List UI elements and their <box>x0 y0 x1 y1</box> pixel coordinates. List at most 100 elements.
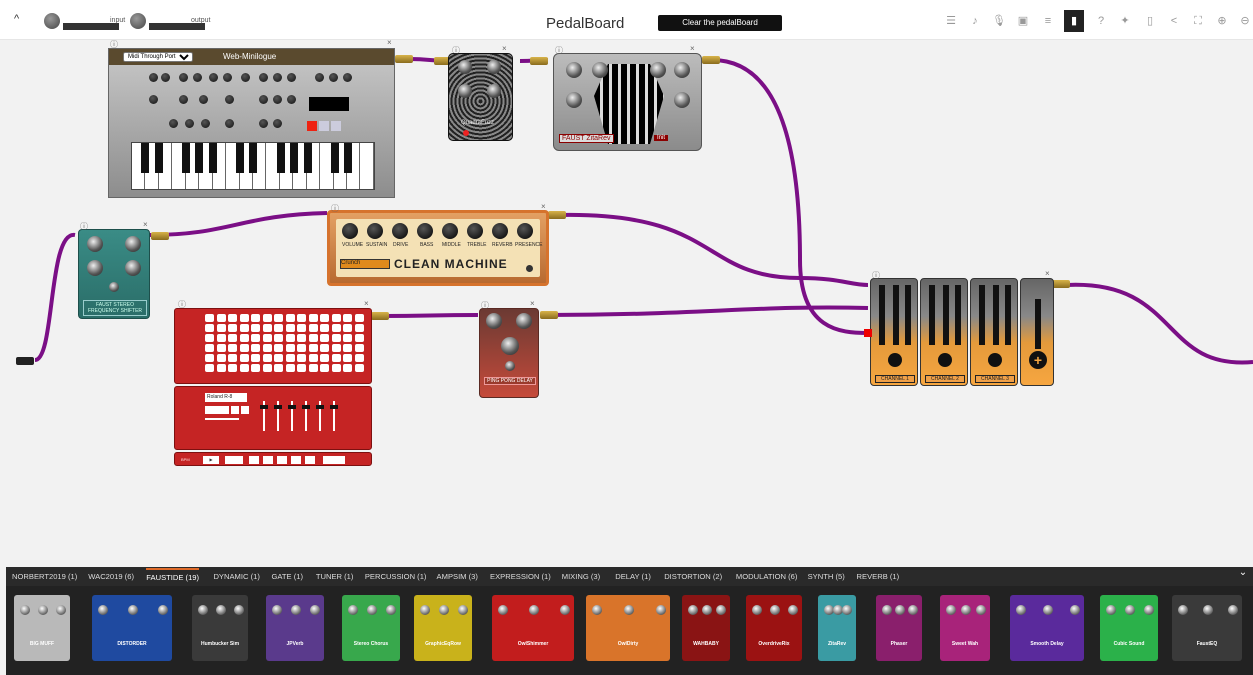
step-pad[interactable] <box>274 354 283 362</box>
share-icon[interactable]: < <box>1167 14 1181 28</box>
info-icon[interactable]: ⓘ <box>555 45 563 56</box>
step-pad[interactable] <box>285 314 295 322</box>
volume-knob[interactable] <box>342 223 358 239</box>
synth-knob[interactable] <box>259 73 268 82</box>
step-pad[interactable] <box>331 354 341 362</box>
info-icon[interactable]: ⓘ <box>178 299 186 310</box>
knob[interactable] <box>87 236 103 252</box>
close-icon[interactable]: × <box>530 299 535 308</box>
step-pad[interactable] <box>262 344 272 352</box>
step-pad[interactable] <box>205 334 214 342</box>
plugin-thumbnail[interactable]: Sweet Wah <box>940 595 990 661</box>
input-level-meter[interactable] <box>63 23 119 30</box>
step-pad[interactable] <box>331 344 341 352</box>
synth-knob[interactable] <box>199 95 208 104</box>
step-pad[interactable] <box>228 344 237 352</box>
pattern-5-button[interactable] <box>305 456 315 464</box>
step-pad[interactable] <box>228 314 237 322</box>
step-pad[interactable] <box>239 314 249 322</box>
synth-knob[interactable] <box>241 73 250 82</box>
step-pad[interactable] <box>308 354 318 362</box>
category-tab[interactable]: MODULATION (6) <box>736 572 797 581</box>
fullscreen-icon[interactable]: ⛶ <box>1191 14 1205 28</box>
category-tab[interactable]: MIXING (3) <box>562 572 600 581</box>
step-pad[interactable] <box>274 324 283 332</box>
step-pad[interactable] <box>308 314 318 322</box>
close-icon[interactable]: × <box>143 220 148 229</box>
step-pad[interactable] <box>354 354 364 362</box>
synth-knob[interactable] <box>259 119 268 128</box>
step-pad[interactable] <box>343 314 352 322</box>
step-pad[interactable] <box>216 344 226 352</box>
category-tab[interactable]: EXPRESSION (1) <box>490 572 551 581</box>
step-pad[interactable] <box>216 334 226 342</box>
tempo-button[interactable] <box>323 456 345 464</box>
save-icon[interactable]: ▣ <box>1016 14 1030 28</box>
info-icon[interactable]: ⓘ <box>481 300 489 311</box>
collapse-header-button[interactable]: ^ <box>14 13 19 25</box>
step-pad[interactable] <box>205 364 214 372</box>
step-pad[interactable] <box>262 314 272 322</box>
step-pad[interactable] <box>285 354 295 362</box>
step-pad[interactable] <box>354 314 364 322</box>
step-pad[interactable] <box>216 354 226 362</box>
bpm-field[interactable] <box>205 406 229 414</box>
step-pad[interactable] <box>320 344 329 352</box>
synth-knob[interactable] <box>287 73 296 82</box>
step-pad[interactable] <box>239 344 249 352</box>
zoom-in-icon[interactable]: ⊕ <box>1215 14 1229 28</box>
step-pad[interactable] <box>239 364 249 372</box>
knob[interactable] <box>87 260 103 276</box>
input-volume-knob[interactable] <box>44 13 60 29</box>
step-pad[interactable] <box>274 364 283 372</box>
trash-icon[interactable]: ▮ <box>1064 10 1084 32</box>
info-icon[interactable]: ⓘ <box>872 270 880 281</box>
seq-button[interactable] <box>331 121 341 131</box>
seq-button[interactable] <box>319 121 329 131</box>
step-pad[interactable] <box>308 334 318 342</box>
synth-knob[interactable] <box>193 73 202 82</box>
step-pad[interactable] <box>297 314 306 322</box>
category-tab[interactable]: DYNAMIC (1) <box>213 572 259 581</box>
audio-input-jack[interactable] <box>16 357 34 365</box>
midi-input-select[interactable]: Midi Through Port-0 <box>123 52 193 62</box>
channel-fader[interactable] <box>879 285 885 345</box>
step-pad[interactable] <box>343 344 352 352</box>
quadrafuzz-plugin[interactable]: QuadraFuzz <box>448 53 513 141</box>
synth-knob[interactable] <box>273 119 282 128</box>
knob[interactable] <box>674 62 690 78</box>
knob[interactable] <box>458 84 472 98</box>
close-icon[interactable]: × <box>1045 269 1050 278</box>
pan-knob[interactable] <box>988 353 1002 367</box>
help-icon[interactable]: ? <box>1094 14 1108 28</box>
knob[interactable] <box>566 92 582 108</box>
step-pad[interactable] <box>205 344 214 352</box>
step-pad[interactable] <box>216 324 226 332</box>
info-icon[interactable]: ⓘ <box>331 203 339 214</box>
step-pad[interactable] <box>285 344 295 352</box>
step-pad[interactable] <box>262 324 272 332</box>
synth-knob[interactable] <box>149 95 158 104</box>
treble-knob[interactable] <box>467 223 483 239</box>
faust-zitarev-plugin[interactable]: FAUST ZitaRev Init <box>553 53 702 151</box>
plugin-thumbnail[interactable]: BIG MUFF <box>14 595 70 661</box>
step-pad[interactable] <box>285 364 295 372</box>
step-pad[interactable] <box>228 364 237 372</box>
step-pad[interactable] <box>308 324 318 332</box>
knob[interactable] <box>487 60 501 74</box>
sustain-knob[interactable] <box>367 223 383 239</box>
step-pad[interactable] <box>320 334 329 342</box>
step-pad[interactable] <box>205 314 214 322</box>
master-fader[interactable] <box>1035 299 1041 349</box>
plugin-thumbnail[interactable]: OwlDirty <box>586 595 670 661</box>
pattern-1-button[interactable] <box>249 456 259 464</box>
step-pad[interactable] <box>297 364 306 372</box>
plugin-thumbnail[interactable]: Humbucker Sim <box>192 595 248 661</box>
category-tab[interactable]: NORBERT2019 (1) <box>12 572 77 581</box>
plugin-thumbnail[interactable]: Stereo Chorus <box>342 595 400 661</box>
step-pad[interactable] <box>354 344 364 352</box>
pan-knob[interactable] <box>888 353 902 367</box>
close-icon[interactable]: × <box>387 38 392 47</box>
output-level-meter[interactable] <box>149 23 205 30</box>
output-volume-knob[interactable] <box>130 13 146 29</box>
